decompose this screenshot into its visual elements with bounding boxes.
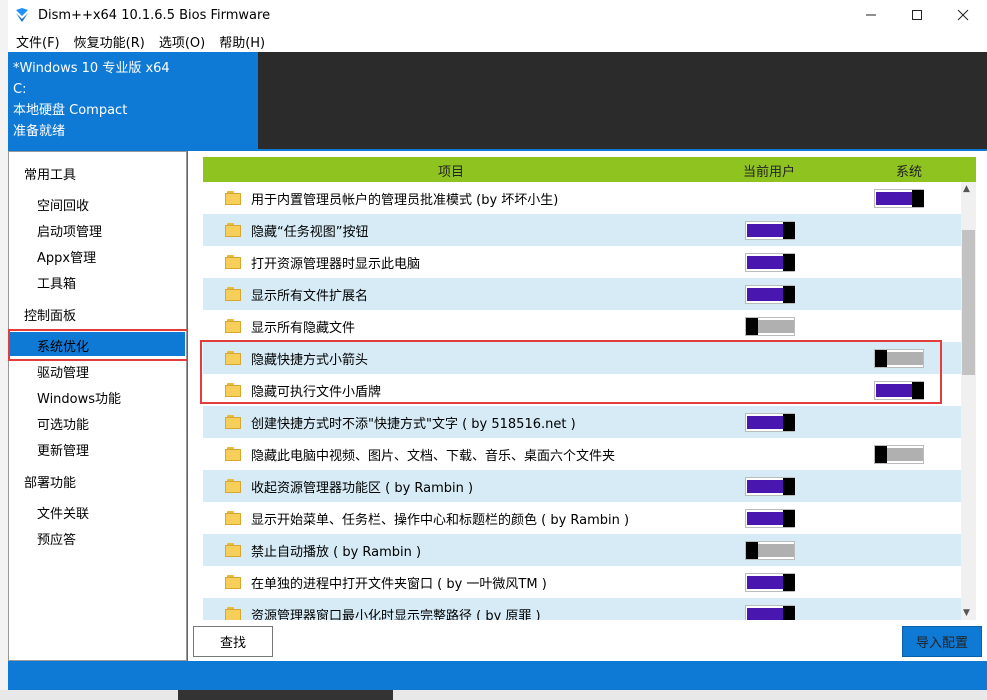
sidebar-item-update-manager[interactable]: 更新管理	[37, 440, 89, 459]
close-icon	[957, 9, 969, 21]
folder-icon	[225, 511, 241, 525]
menu-bar: 文件(F) 恢复功能(R) 选项(O) 帮助(H)	[8, 30, 987, 52]
setting-label: 显示所有隐藏文件	[251, 321, 356, 336]
app-icon	[16, 8, 28, 22]
menu-help[interactable]: 帮助(H)	[219, 32, 265, 51]
table-row[interactable]: 创建快捷方式时不添"快捷方式"文字 ( by 518516.net )	[203, 406, 961, 438]
sidebar-item-space-cleanup[interactable]: 空间回收	[37, 195, 89, 214]
minimize-button[interactable]	[848, 0, 894, 30]
folder-icon	[225, 223, 241, 237]
grid-scrollbar[interactable]: ▲ ▼	[961, 182, 976, 620]
sidebar-group-common-tools: 常用工具	[24, 168, 77, 183]
menu-file[interactable]: 文件(F)	[16, 32, 60, 51]
setting-label: 显示所有文件扩展名	[251, 289, 369, 304]
current-user-toggle[interactable]	[745, 573, 795, 592]
folder-icon	[225, 191, 241, 205]
import-config-button[interactable]: 导入配置	[902, 626, 982, 657]
sidebar-item-optional-features[interactable]: 可选功能	[37, 414, 89, 433]
current-user-toggle[interactable]	[745, 413, 795, 432]
scrollbar-thumb[interactable]	[962, 230, 975, 375]
current-user-toggle[interactable]	[745, 285, 795, 304]
table-row[interactable]: 隐藏此电脑中视频、图片、文档、下载、音乐、桌面六个文件夹	[203, 438, 961, 470]
table-row[interactable]: 禁止自动播放 ( by Rambin )	[203, 534, 961, 566]
sidebar-item-answer-file[interactable]: 预应答	[37, 529, 76, 548]
table-row[interactable]: 资源管理器窗口最小化时显示完整路径 ( by 原罪 )	[203, 598, 961, 620]
column-header-system[interactable]: 系统	[896, 161, 922, 180]
sidebar-item-toolbox[interactable]: 工具箱	[37, 273, 76, 292]
setting-label: 创建快捷方式时不添"快捷方式"文字 ( by 518516.net )	[251, 417, 576, 432]
folder-icon	[225, 607, 241, 620]
current-user-toggle[interactable]	[745, 221, 795, 240]
system-toggle[interactable]	[874, 445, 924, 464]
menu-recovery[interactable]: 恢复功能(R)	[74, 32, 145, 51]
session-status: 准备就绪	[13, 124, 66, 139]
setting-label: 隐藏“任务视图”按钮	[251, 225, 369, 240]
window-title: Dism++x64 10.1.6.5 Bios Firmware	[38, 7, 271, 23]
setting-label: 资源管理器窗口最小化时显示完整路径 ( by 原罪 )	[251, 609, 541, 620]
scroll-down-icon[interactable]: ▼	[963, 608, 970, 618]
folder-icon	[225, 575, 241, 589]
setting-label: 打开资源管理器时显示此电脑	[251, 257, 421, 272]
system-toggle[interactable]	[874, 189, 924, 208]
table-row[interactable]: 显示所有文件扩展名	[203, 278, 961, 310]
annotation-highlight-box	[8, 329, 191, 361]
folder-icon	[225, 415, 241, 429]
folder-icon	[225, 479, 241, 493]
minimize-icon	[866, 14, 876, 16]
sidebar-item-windows-features[interactable]: Windows功能	[37, 388, 121, 407]
column-header-item[interactable]: 项目	[438, 161, 464, 180]
column-header-current-user[interactable]: 当前用户	[743, 161, 795, 180]
disk-type: 本地硬盘 Compact	[13, 103, 128, 118]
find-button[interactable]: 查找	[193, 626, 273, 657]
background-window-edge	[0, 0, 8, 700]
setting-label: 显示开始菜单、任务栏、操作中心和标题栏的颜色 ( by Rambin )	[251, 513, 630, 528]
table-row[interactable]: 用于内置管理员帐户的管理员批准模式 (by 坏坏小生)	[203, 182, 961, 214]
table-row[interactable]: 隐藏“任务视图”按钮	[203, 214, 961, 246]
current-user-toggle[interactable]	[745, 477, 795, 496]
grid-header: 项目 当前用户 系统	[203, 157, 976, 182]
maximize-button[interactable]	[894, 0, 940, 30]
setting-label: 隐藏此电脑中视频、图片、文档、下载、音乐、桌面六个文件夹	[251, 449, 616, 464]
setting-label: 在单独的进程中打开文件夹窗口 ( by 一叶微风TM )	[251, 577, 547, 592]
sidebar-item-appx-manager[interactable]: Appx管理	[37, 247, 96, 266]
sidebar-item-file-association[interactable]: 文件关联	[37, 503, 89, 522]
current-user-toggle[interactable]	[745, 509, 795, 528]
annotation-highlight-box	[200, 340, 942, 404]
table-row[interactable]: 打开资源管理器时显示此电脑	[203, 246, 961, 278]
session-info-panel[interactable]: *Windows 10 专业版 x64 C: 本地硬盘 Compact 准备就绪	[8, 52, 258, 149]
table-row[interactable]: 显示开始菜单、任务栏、操作中心和标题栏的颜色 ( by Rambin )	[203, 502, 961, 534]
current-user-toggle[interactable]	[745, 253, 795, 272]
maximize-icon	[912, 10, 922, 20]
sidebar-item-driver-manager[interactable]: 驱动管理	[37, 362, 89, 381]
drive-letter: C:	[13, 82, 27, 97]
folder-icon	[225, 447, 241, 461]
table-row[interactable]: 显示所有隐藏文件	[203, 310, 961, 342]
current-user-toggle[interactable]	[745, 605, 795, 620]
sidebar-item-startup-manager[interactable]: 启动项管理	[37, 221, 102, 240]
folder-icon	[225, 255, 241, 269]
os-version: *Windows 10 专业版 x64	[13, 61, 170, 76]
current-user-toggle[interactable]	[745, 541, 795, 560]
session-list-area	[258, 52, 987, 149]
setting-label: 用于内置管理员帐户的管理员批准模式 (by 坏坏小生)	[251, 193, 559, 208]
scroll-up-icon[interactable]: ▲	[963, 184, 970, 194]
folder-icon	[225, 543, 241, 557]
optimization-panel: 项目 当前用户 系统 用于内置管理员帐户的管理员批准模式 (by 坏坏小生) 隐藏…	[188, 151, 987, 661]
sidebar: 常用工具 空间回收 启动项管理 Appx管理 工具箱 控制面板 系统优化 驱动管…	[8, 151, 191, 661]
title-bar: Dism++x64 10.1.6.5 Bios Firmware	[8, 0, 987, 30]
close-button[interactable]	[940, 0, 986, 30]
setting-label: 收起资源管理器功能区 ( by Rambin )	[251, 481, 474, 496]
sidebar-group-control-panel: 控制面板	[24, 309, 77, 324]
table-row[interactable]: 在单独的进程中打开文件夹窗口 ( by 一叶微风TM )	[203, 566, 961, 598]
menu-options[interactable]: 选项(O)	[159, 32, 205, 51]
background-taskbar-edge	[0, 690, 987, 700]
current-user-toggle[interactable]	[745, 317, 795, 336]
setting-label: 禁止自动播放 ( by Rambin )	[251, 545, 422, 560]
folder-icon	[225, 287, 241, 301]
folder-icon	[225, 319, 241, 333]
table-row[interactable]: 收起资源管理器功能区 ( by Rambin )	[203, 470, 961, 502]
sidebar-group-deployment: 部署功能	[24, 476, 77, 491]
